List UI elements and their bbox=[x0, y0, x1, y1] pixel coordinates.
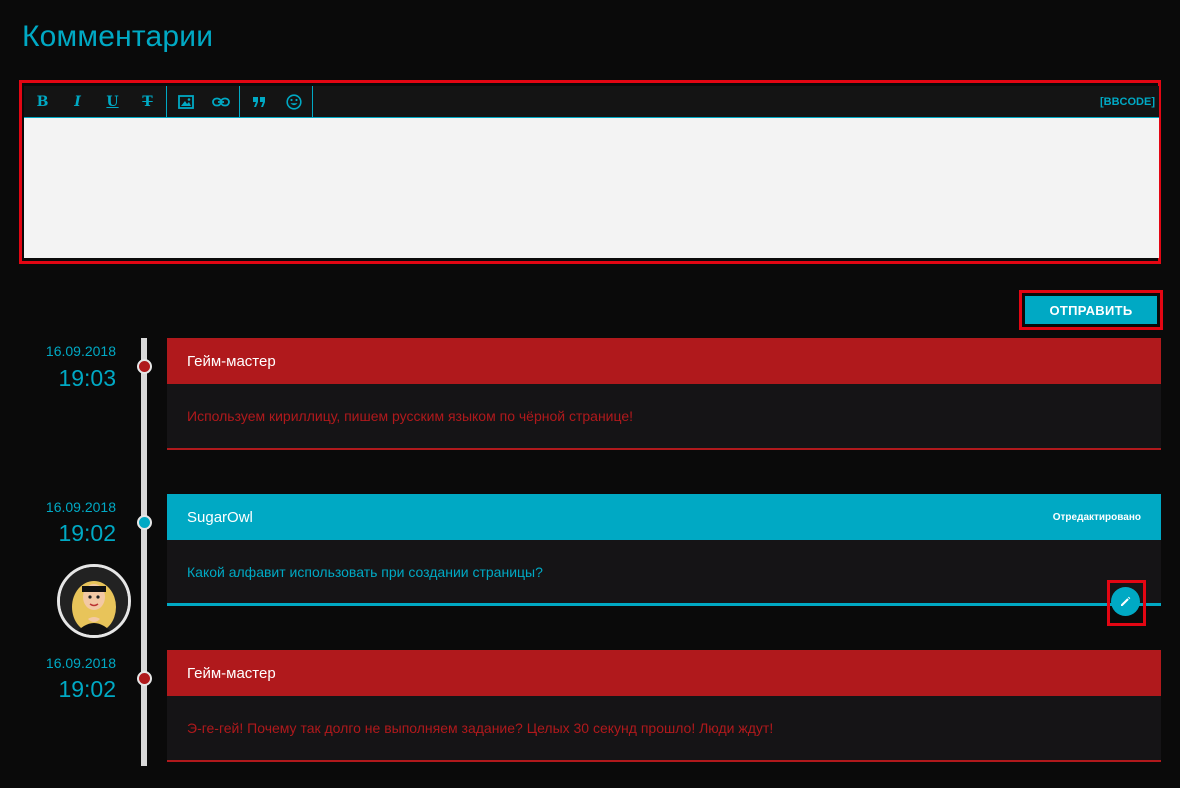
edit-comment-button[interactable] bbox=[1111, 587, 1140, 616]
timeline-dot bbox=[137, 359, 152, 374]
format-group: B I U T bbox=[24, 86, 167, 117]
quote-button[interactable] bbox=[241, 86, 276, 117]
link-button[interactable] bbox=[203, 86, 238, 117]
comment-text: Какой алфавит использовать при создании … bbox=[187, 563, 543, 580]
comment-body: Э-ге-гей! Почему так долго не выполняем … bbox=[167, 696, 1161, 762]
comment-text: Э-ге-гей! Почему так долго не выполняем … bbox=[187, 720, 774, 736]
comment-date: 16.09.2018 bbox=[45, 655, 116, 671]
edited-badge: Отредактировано bbox=[1052, 511, 1141, 523]
link-icon bbox=[211, 97, 230, 106]
bold-button[interactable]: B bbox=[25, 86, 60, 117]
strikethrough-button[interactable]: T bbox=[130, 86, 165, 117]
comment-date: 16.09.2018 bbox=[45, 343, 116, 359]
page-title: Комментарии bbox=[22, 20, 214, 53]
comment-author[interactable]: Гейм-мастер bbox=[187, 665, 276, 682]
comment-header: Гейм-мастер bbox=[167, 650, 1161, 696]
image-button[interactable] bbox=[168, 86, 203, 117]
comment-card: Гейм-мастер Используем кириллицу, пишем … bbox=[167, 338, 1161, 450]
extra-group bbox=[240, 86, 313, 117]
smiley-button[interactable] bbox=[276, 86, 311, 117]
strikethrough-icon: T bbox=[142, 93, 153, 110]
pencil-icon bbox=[1121, 596, 1131, 606]
timeline-line bbox=[141, 338, 147, 766]
avatar-image bbox=[60, 567, 128, 635]
italic-button[interactable]: I bbox=[60, 86, 95, 117]
timeline-dot bbox=[137, 671, 152, 686]
comment-time: 19:02 bbox=[58, 520, 116, 546]
bbcode-toggle[interactable]: [BBCODE] bbox=[1100, 96, 1155, 108]
editor-toolbar: B I U T [BBCODE] bbox=[24, 86, 1159, 118]
insert-group bbox=[167, 86, 240, 117]
comment-time: 19:03 bbox=[58, 365, 116, 391]
italic-icon: I bbox=[74, 93, 81, 110]
comment-body: Какой алфавит использовать при создании … bbox=[167, 540, 1161, 606]
comment-body: Используем кириллицу, пишем русским язык… bbox=[167, 384, 1161, 450]
underline-icon: U bbox=[106, 93, 119, 110]
comment-textarea[interactable] bbox=[24, 118, 1159, 258]
underline-button[interactable]: U bbox=[95, 86, 130, 117]
comment-text: Используем кириллицу, пишем русским язык… bbox=[187, 408, 634, 424]
comment-card: Гейм-мастер Э-ге-гей! Почему так долго н… bbox=[167, 650, 1161, 762]
comment-author[interactable]: SugarOwl bbox=[187, 509, 253, 526]
quote-icon bbox=[252, 96, 265, 107]
smiley-icon bbox=[285, 93, 302, 110]
avatar[interactable] bbox=[57, 564, 131, 638]
image-icon bbox=[177, 94, 194, 109]
timeline-dot bbox=[137, 515, 152, 530]
comment-header: SugarOwl Отредактировано bbox=[167, 494, 1161, 540]
comment-card: SugarOwl Отредактировано Какой алфавит и… bbox=[167, 494, 1161, 606]
comment-time: 19:02 bbox=[58, 676, 116, 702]
comment-author[interactable]: Гейм-мастер bbox=[187, 353, 276, 370]
bold-icon: B bbox=[36, 93, 49, 110]
comment-header: Гейм-мастер bbox=[167, 338, 1161, 384]
comment-date: 16.09.2018 bbox=[45, 499, 116, 515]
send-button[interactable]: ОТПРАВИТЬ bbox=[1025, 296, 1157, 324]
